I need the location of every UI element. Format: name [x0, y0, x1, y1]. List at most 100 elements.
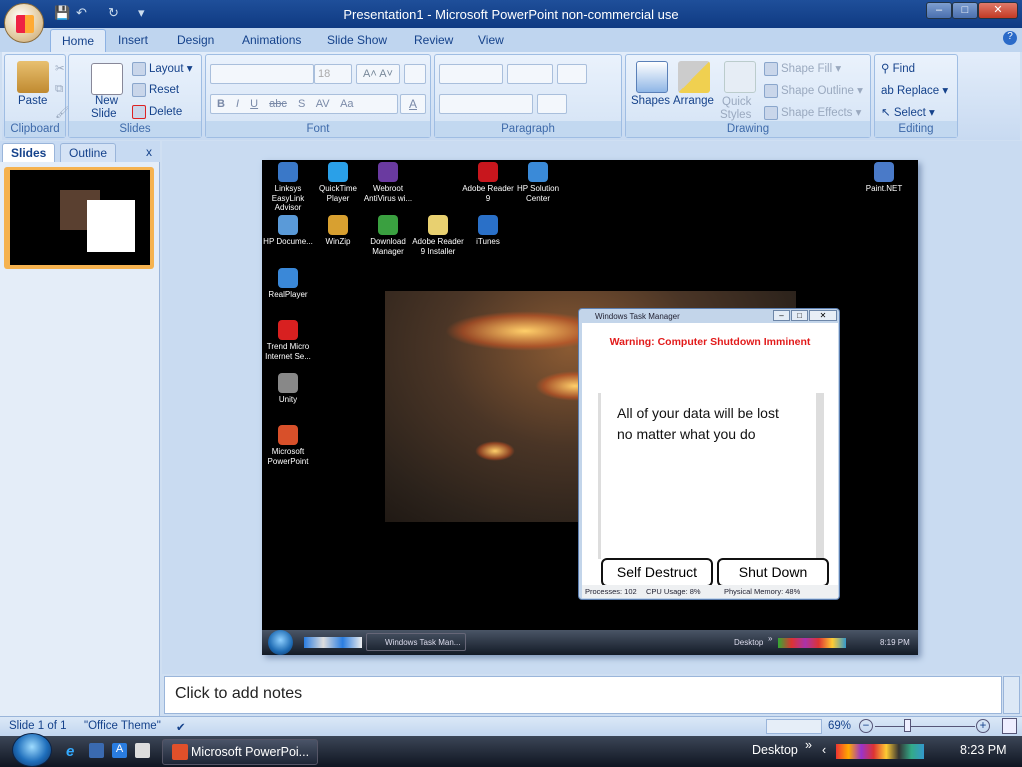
- close-button[interactable]: ✕: [978, 2, 1018, 19]
- tray-icons[interactable]: [836, 744, 924, 759]
- start-button[interactable]: [12, 733, 52, 767]
- toolbar-chevron[interactable]: »: [805, 738, 812, 752]
- shape-outline-button[interactable]: Shape Outline ▾: [764, 83, 863, 98]
- quick-styles-icon: [724, 61, 756, 93]
- tab-design[interactable]: Design: [177, 33, 214, 47]
- strikethrough-button[interactable]: abc: [269, 98, 287, 110]
- slide-thumbnail[interactable]: [4, 167, 154, 269]
- notes-scrollbar[interactable]: [1003, 676, 1020, 714]
- paste-button[interactable]: Paste: [18, 95, 47, 107]
- indent-buttons[interactable]: [507, 64, 553, 84]
- save-icon[interactable]: 💾: [54, 5, 70, 21]
- tm-minimize-button[interactable]: –: [773, 310, 790, 321]
- new-slide-icon: [91, 63, 123, 95]
- tab-outline[interactable]: Outline: [60, 143, 117, 162]
- shape-effects-button[interactable]: Shape Effects ▾: [764, 105, 861, 120]
- shape-fill-button[interactable]: Shape Fill ▾: [764, 61, 841, 76]
- zoom-level[interactable]: 69%: [828, 720, 851, 732]
- quick-styles-button[interactable]: Styles: [720, 109, 751, 121]
- undo-icon[interactable]: ↶: [76, 5, 92, 21]
- tab-view[interactable]: View: [478, 33, 504, 47]
- desktop-icon[interactable]: Webroot AntiVirus wi...: [362, 162, 414, 203]
- bold-button[interactable]: B: [217, 98, 225, 110]
- desktop-icon[interactable]: Adobe Reader 9 Installer: [412, 215, 464, 256]
- font-name-dropdown[interactable]: [210, 64, 314, 84]
- switch-windows-icon[interactable]: [135, 743, 150, 758]
- cut-icon[interactable]: ✂: [55, 61, 65, 75]
- columns-button[interactable]: [537, 94, 567, 114]
- char-spacing-button[interactable]: AV: [316, 98, 330, 110]
- italic-button[interactable]: I: [236, 98, 239, 110]
- desktop-icon[interactable]: Trend Micro Internet Se...: [262, 320, 314, 361]
- internet-explorer-icon[interactable]: e: [66, 743, 81, 760]
- minimize-button[interactable]: –: [926, 2, 952, 19]
- tab-slides[interactable]: Slides: [2, 143, 56, 162]
- new-slide-button[interactable]: Slide: [91, 108, 117, 120]
- show-desktop-icon[interactable]: [89, 743, 104, 758]
- alignment-buttons[interactable]: [439, 94, 533, 114]
- app-a-icon[interactable]: A: [112, 743, 127, 758]
- customize-qat-icon[interactable]: ▾: [138, 5, 154, 21]
- tab-insert[interactable]: Insert: [118, 33, 148, 47]
- tab-review[interactable]: Review: [414, 33, 453, 47]
- tab-home[interactable]: Home: [50, 29, 107, 52]
- desktop-icon[interactable]: HP Docume...: [262, 215, 314, 247]
- shut-down-button[interactable]: Shut Down: [717, 558, 829, 587]
- notes-pane[interactable]: Click to add notes: [164, 676, 1002, 714]
- line-spacing-button[interactable]: [557, 64, 587, 84]
- zoom-slider-track[interactable]: [875, 726, 975, 727]
- desktop-toolbar[interactable]: Desktop: [752, 743, 798, 757]
- help-icon[interactable]: ?: [1003, 31, 1017, 45]
- font-format-buttons[interactable]: B I U abc S AV Aa: [210, 94, 398, 114]
- task-manager-window[interactable]: Windows Task Manager – □ ✕ Warning: Comp…: [578, 308, 840, 600]
- font-color-button[interactable]: A: [400, 94, 426, 114]
- bullets-numbering-buttons[interactable]: [439, 64, 503, 84]
- copy-icon[interactable]: ⧉: [55, 83, 63, 96]
- desktop-icon[interactable]: Paint.NET: [858, 162, 910, 194]
- desktop-icon[interactable]: RealPlayer: [262, 268, 314, 300]
- find-button[interactable]: ⚲ Find: [881, 61, 915, 75]
- desktop-icon[interactable]: Microsoft PowerPoint: [262, 425, 314, 466]
- spell-check-icon[interactable]: ✔: [176, 720, 186, 734]
- fit-to-window-button[interactable]: [1002, 718, 1017, 734]
- select-button[interactable]: ↖ Select ▾: [881, 105, 935, 119]
- redo-icon[interactable]: ↻: [108, 5, 124, 21]
- replace-button[interactable]: ab Replace ▾: [881, 83, 948, 97]
- desktop-icon[interactable]: Download Manager: [362, 215, 414, 256]
- desktop-icon[interactable]: Adobe Reader 9: [462, 162, 514, 203]
- zoom-slider-thumb[interactable]: [904, 719, 912, 732]
- grow-shrink-font-buttons[interactable]: A˄ A˅: [356, 64, 400, 84]
- desktop-icon-label: Adobe Reader 9: [462, 184, 514, 203]
- slide-chevron: »: [768, 634, 773, 643]
- desktop-icon[interactable]: WinZip: [312, 215, 364, 247]
- layout-button[interactable]: Layout ▾: [132, 61, 193, 76]
- desktop-icon[interactable]: QuickTime Player: [312, 162, 364, 203]
- shapes-button[interactable]: Shapes: [631, 95, 670, 107]
- zoom-out-button[interactable]: −: [859, 719, 873, 733]
- font-size-dropdown[interactable]: 18: [314, 64, 352, 84]
- tm-close-button[interactable]: ✕: [809, 310, 837, 321]
- zoom-in-button[interactable]: +: [976, 719, 990, 733]
- maximize-button[interactable]: □: [952, 2, 978, 19]
- shadow-button[interactable]: S: [298, 98, 305, 110]
- underline-button[interactable]: U: [250, 98, 258, 110]
- pane-close-button[interactable]: x: [138, 143, 160, 162]
- delete-button[interactable]: Delete: [132, 105, 182, 119]
- change-case-button[interactable]: Aa: [340, 98, 353, 110]
- desktop-icon[interactable]: Linksys EasyLink Advisor: [262, 162, 314, 213]
- desktop-icon[interactable]: Unity: [262, 373, 314, 405]
- tm-maximize-button[interactable]: □: [791, 310, 808, 321]
- desktop-icon[interactable]: HP Solution Center: [512, 162, 564, 203]
- new-slide-label-1[interactable]: New: [95, 95, 118, 107]
- desktop-icon[interactable]: iTunes: [462, 215, 514, 247]
- self-destruct-button[interactable]: Self Destruct: [601, 558, 713, 587]
- tab-animations[interactable]: Animations: [242, 33, 301, 47]
- clear-formatting-button[interactable]: [404, 64, 426, 84]
- arrange-button[interactable]: Arrange: [673, 95, 714, 107]
- reset-button[interactable]: Reset: [132, 83, 179, 97]
- clock[interactable]: 8:23 PM: [960, 743, 1007, 757]
- tab-slide-show[interactable]: Slide Show: [327, 33, 387, 47]
- office-button[interactable]: [4, 3, 44, 43]
- tray-expand-icon[interactable]: ‹: [822, 743, 826, 757]
- view-buttons[interactable]: [766, 719, 822, 734]
